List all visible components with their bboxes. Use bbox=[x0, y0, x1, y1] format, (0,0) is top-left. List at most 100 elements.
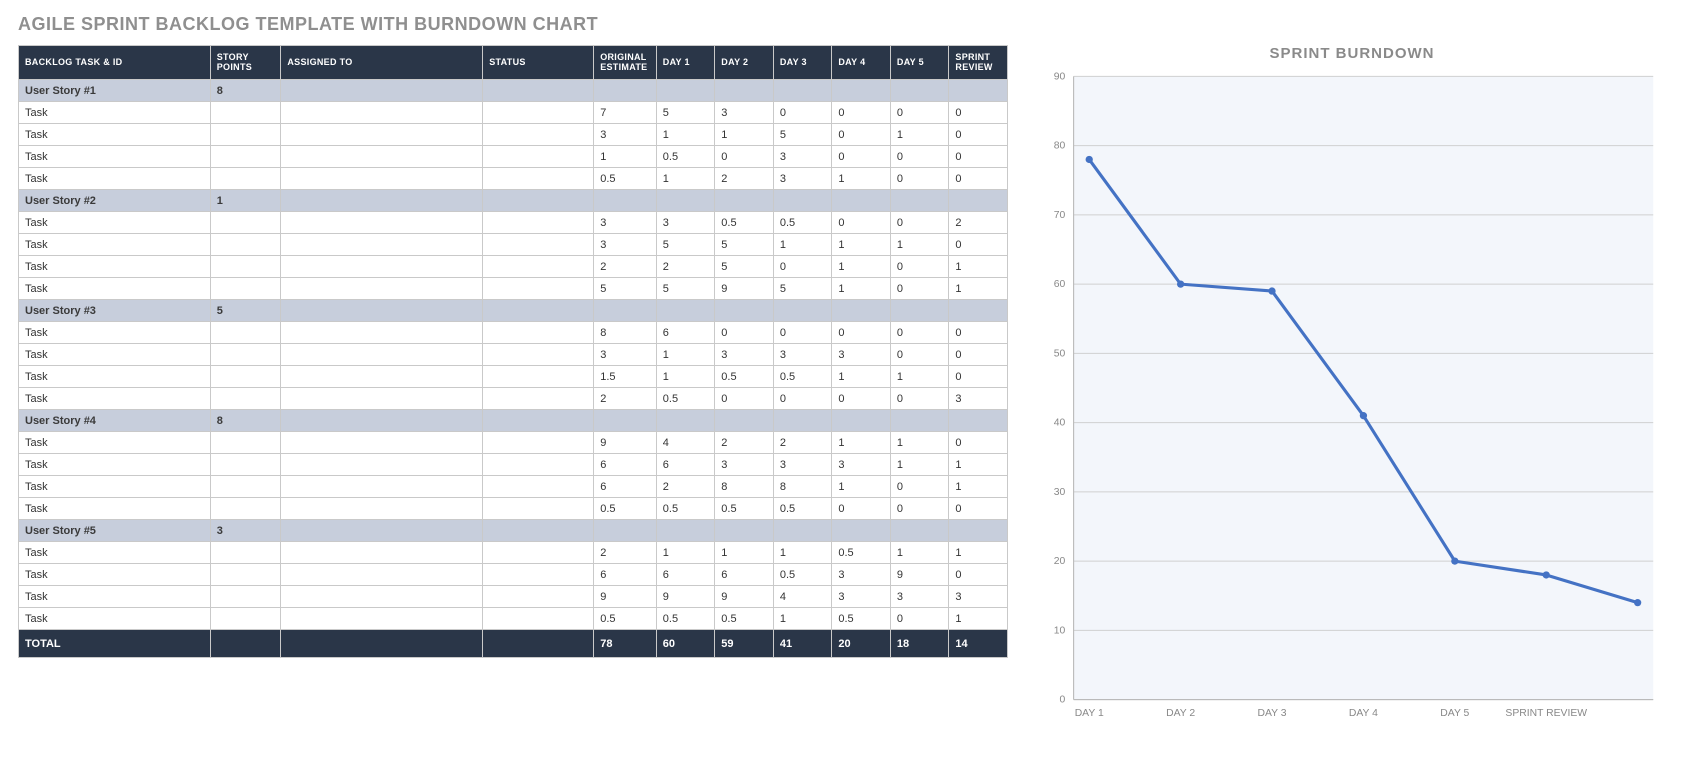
cell[interactable]: 0 bbox=[890, 102, 949, 124]
cell[interactable]: User Story #1 bbox=[19, 80, 211, 102]
cell[interactable] bbox=[210, 630, 281, 658]
cell[interactable]: 0 bbox=[890, 212, 949, 234]
cell[interactable] bbox=[281, 476, 483, 498]
cell[interactable] bbox=[483, 476, 594, 498]
cell[interactable]: 8 bbox=[773, 476, 832, 498]
cell[interactable]: 0.5 bbox=[594, 498, 657, 520]
cell[interactable]: 1 bbox=[949, 476, 1008, 498]
cell[interactable]: Task bbox=[19, 454, 211, 476]
cell[interactable]: Task bbox=[19, 124, 211, 146]
cell[interactable]: 0 bbox=[949, 322, 1008, 344]
cell[interactable]: 59 bbox=[715, 630, 774, 658]
cell[interactable] bbox=[281, 102, 483, 124]
cell[interactable]: 0 bbox=[832, 388, 891, 410]
cell[interactable] bbox=[281, 256, 483, 278]
cell[interactable]: 1 bbox=[832, 234, 891, 256]
cell[interactable] bbox=[210, 586, 281, 608]
cell[interactable] bbox=[210, 388, 281, 410]
cell[interactable]: 1 bbox=[832, 278, 891, 300]
cell[interactable]: 0 bbox=[949, 234, 1008, 256]
cell[interactable]: 18 bbox=[890, 630, 949, 658]
cell[interactable]: 0 bbox=[832, 322, 891, 344]
cell[interactable]: 3 bbox=[773, 344, 832, 366]
cell[interactable] bbox=[832, 520, 891, 542]
cell[interactable]: 3 bbox=[210, 520, 281, 542]
cell[interactable]: Task bbox=[19, 146, 211, 168]
cell[interactable]: 1 bbox=[949, 256, 1008, 278]
cell[interactable]: 3 bbox=[773, 146, 832, 168]
cell[interactable]: 1 bbox=[832, 432, 891, 454]
cell[interactable] bbox=[210, 256, 281, 278]
cell[interactable]: 3 bbox=[715, 344, 774, 366]
cell[interactable]: 3 bbox=[832, 564, 891, 586]
cell[interactable] bbox=[483, 344, 594, 366]
cell[interactable]: 0 bbox=[949, 432, 1008, 454]
cell[interactable] bbox=[210, 234, 281, 256]
cell[interactable]: 1 bbox=[832, 366, 891, 388]
cell[interactable] bbox=[773, 300, 832, 322]
cell[interactable]: 0 bbox=[890, 608, 949, 630]
cell[interactable]: 1 bbox=[715, 124, 774, 146]
cell[interactable] bbox=[483, 498, 594, 520]
cell[interactable]: 1 bbox=[890, 124, 949, 146]
cell[interactable]: 0 bbox=[890, 344, 949, 366]
cell[interactable]: 2 bbox=[656, 256, 715, 278]
cell[interactable] bbox=[281, 366, 483, 388]
cell[interactable]: 5 bbox=[773, 124, 832, 146]
cell[interactable] bbox=[210, 168, 281, 190]
cell[interactable]: 1 bbox=[890, 542, 949, 564]
cell[interactable] bbox=[594, 300, 657, 322]
cell[interactable]: 3 bbox=[594, 234, 657, 256]
cell[interactable]: 0 bbox=[949, 102, 1008, 124]
cell[interactable] bbox=[890, 300, 949, 322]
cell[interactable]: Task bbox=[19, 256, 211, 278]
cell[interactable]: 9 bbox=[594, 586, 657, 608]
cell[interactable]: Task bbox=[19, 608, 211, 630]
cell[interactable]: 1 bbox=[832, 256, 891, 278]
cell[interactable]: 5 bbox=[715, 234, 774, 256]
cell[interactable] bbox=[281, 542, 483, 564]
cell[interactable]: Task bbox=[19, 498, 211, 520]
cell[interactable] bbox=[832, 190, 891, 212]
cell[interactable] bbox=[656, 520, 715, 542]
cell[interactable] bbox=[281, 498, 483, 520]
cell[interactable] bbox=[210, 564, 281, 586]
cell[interactable] bbox=[210, 454, 281, 476]
cell[interactable] bbox=[483, 124, 594, 146]
cell[interactable]: 0 bbox=[832, 102, 891, 124]
cell[interactable]: 0 bbox=[832, 124, 891, 146]
cell[interactable] bbox=[210, 278, 281, 300]
cell[interactable]: 8 bbox=[594, 322, 657, 344]
cell[interactable] bbox=[281, 410, 483, 432]
cell[interactable]: 0.5 bbox=[594, 608, 657, 630]
cell[interactable]: 9 bbox=[594, 432, 657, 454]
cell[interactable]: 1 bbox=[890, 234, 949, 256]
cell[interactable]: 3 bbox=[656, 212, 715, 234]
cell[interactable] bbox=[281, 432, 483, 454]
cell[interactable]: User Story #3 bbox=[19, 300, 211, 322]
cell[interactable] bbox=[949, 410, 1008, 432]
cell[interactable]: 5 bbox=[656, 102, 715, 124]
cell[interactable]: 1 bbox=[890, 454, 949, 476]
cell[interactable]: 0 bbox=[773, 322, 832, 344]
cell[interactable]: Task bbox=[19, 168, 211, 190]
cell[interactable]: 0 bbox=[890, 256, 949, 278]
cell[interactable] bbox=[483, 300, 594, 322]
cell[interactable]: 0 bbox=[949, 124, 1008, 146]
cell[interactable]: 2 bbox=[715, 168, 774, 190]
cell[interactable]: 0 bbox=[890, 322, 949, 344]
cell[interactable]: 0.5 bbox=[656, 146, 715, 168]
cell[interactable] bbox=[890, 520, 949, 542]
cell[interactable]: 0.5 bbox=[832, 608, 891, 630]
cell[interactable]: 1 bbox=[949, 454, 1008, 476]
cell[interactable]: 9 bbox=[890, 564, 949, 586]
cell[interactable]: Task bbox=[19, 366, 211, 388]
cell[interactable]: Task bbox=[19, 344, 211, 366]
cell[interactable] bbox=[483, 102, 594, 124]
cell[interactable]: 1 bbox=[715, 542, 774, 564]
cell[interactable]: 2 bbox=[594, 542, 657, 564]
cell[interactable] bbox=[210, 212, 281, 234]
cell[interactable] bbox=[210, 344, 281, 366]
cell[interactable]: 0 bbox=[715, 322, 774, 344]
cell[interactable] bbox=[483, 256, 594, 278]
